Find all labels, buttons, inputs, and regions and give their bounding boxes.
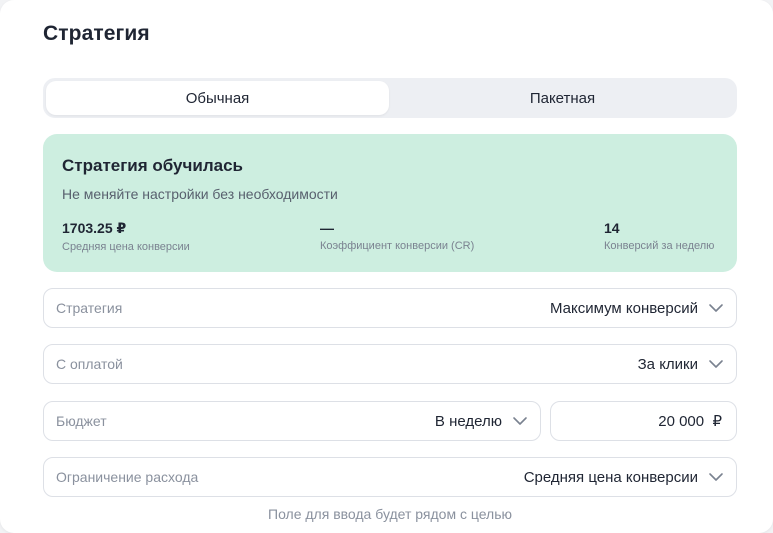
tab-regular[interactable]: Обычная (46, 81, 389, 115)
field-value: Средняя цена конверсии (523, 468, 698, 486)
payment-select[interactable]: С оплатой За клики (43, 344, 737, 384)
banner-title: Стратегия обучилась (62, 156, 243, 175)
strategy-trained-banner: Стратегия обучилась Не меняйте настройки… (43, 134, 737, 272)
spend-limit-select[interactable]: Ограничение расхода Средняя цена конверс… (43, 457, 737, 497)
metric-label: Коэффициент конверсии (CR) (320, 240, 475, 252)
field-label: Ограничение расхода (56, 469, 199, 485)
field-label: Бюджет (56, 413, 107, 429)
chevron-down-icon (709, 304, 723, 312)
metric-weekly-conversions: 14 Конверсий за неделю (604, 220, 714, 252)
metric-label: Конверсий за неделю (604, 240, 715, 252)
budget-amount-input[interactable]: 20 000 ₽ (550, 401, 737, 441)
chevron-down-icon (513, 417, 527, 425)
strategy-select[interactable]: Стратегия Максимум конверсий (43, 288, 737, 328)
budget-period-select[interactable]: Бюджет В неделю (43, 401, 541, 441)
metric-avg-conversion-price: 1703.25 ₽ Средняя цена конверсии (62, 220, 190, 253)
metric-value: 1703.25 ₽ (62, 220, 127, 236)
section-title: Стратегия (43, 22, 150, 45)
strategy-card: Стратегия Обычная Пакетная Стратегия обу… (0, 0, 773, 533)
field-label: Стратегия (56, 300, 123, 316)
chevron-down-icon (709, 360, 723, 368)
banner-subtitle: Не меняйте настройки без необходимости (62, 186, 338, 202)
metric-value: 14 (604, 220, 620, 236)
chevron-down-icon (709, 473, 723, 481)
tab-batch[interactable]: Пакетная (391, 81, 734, 115)
metric-label: Средняя цена конверсии (62, 241, 190, 253)
strategy-mode-tabs: Обычная Пакетная (43, 78, 737, 118)
field-value: В неделю (434, 412, 502, 430)
field-label: С оплатой (56, 356, 123, 372)
field-value: Максимум конверсий (549, 299, 698, 317)
metric-conversion-rate: — Коэффициент конверсии (CR) (320, 220, 474, 252)
field-value: За клики (637, 355, 698, 373)
budget-amount-value: 20 000 ₽ (658, 413, 722, 430)
hint-text: Поле для ввода будет рядом с целью (268, 506, 512, 522)
metric-value: — (320, 220, 334, 236)
